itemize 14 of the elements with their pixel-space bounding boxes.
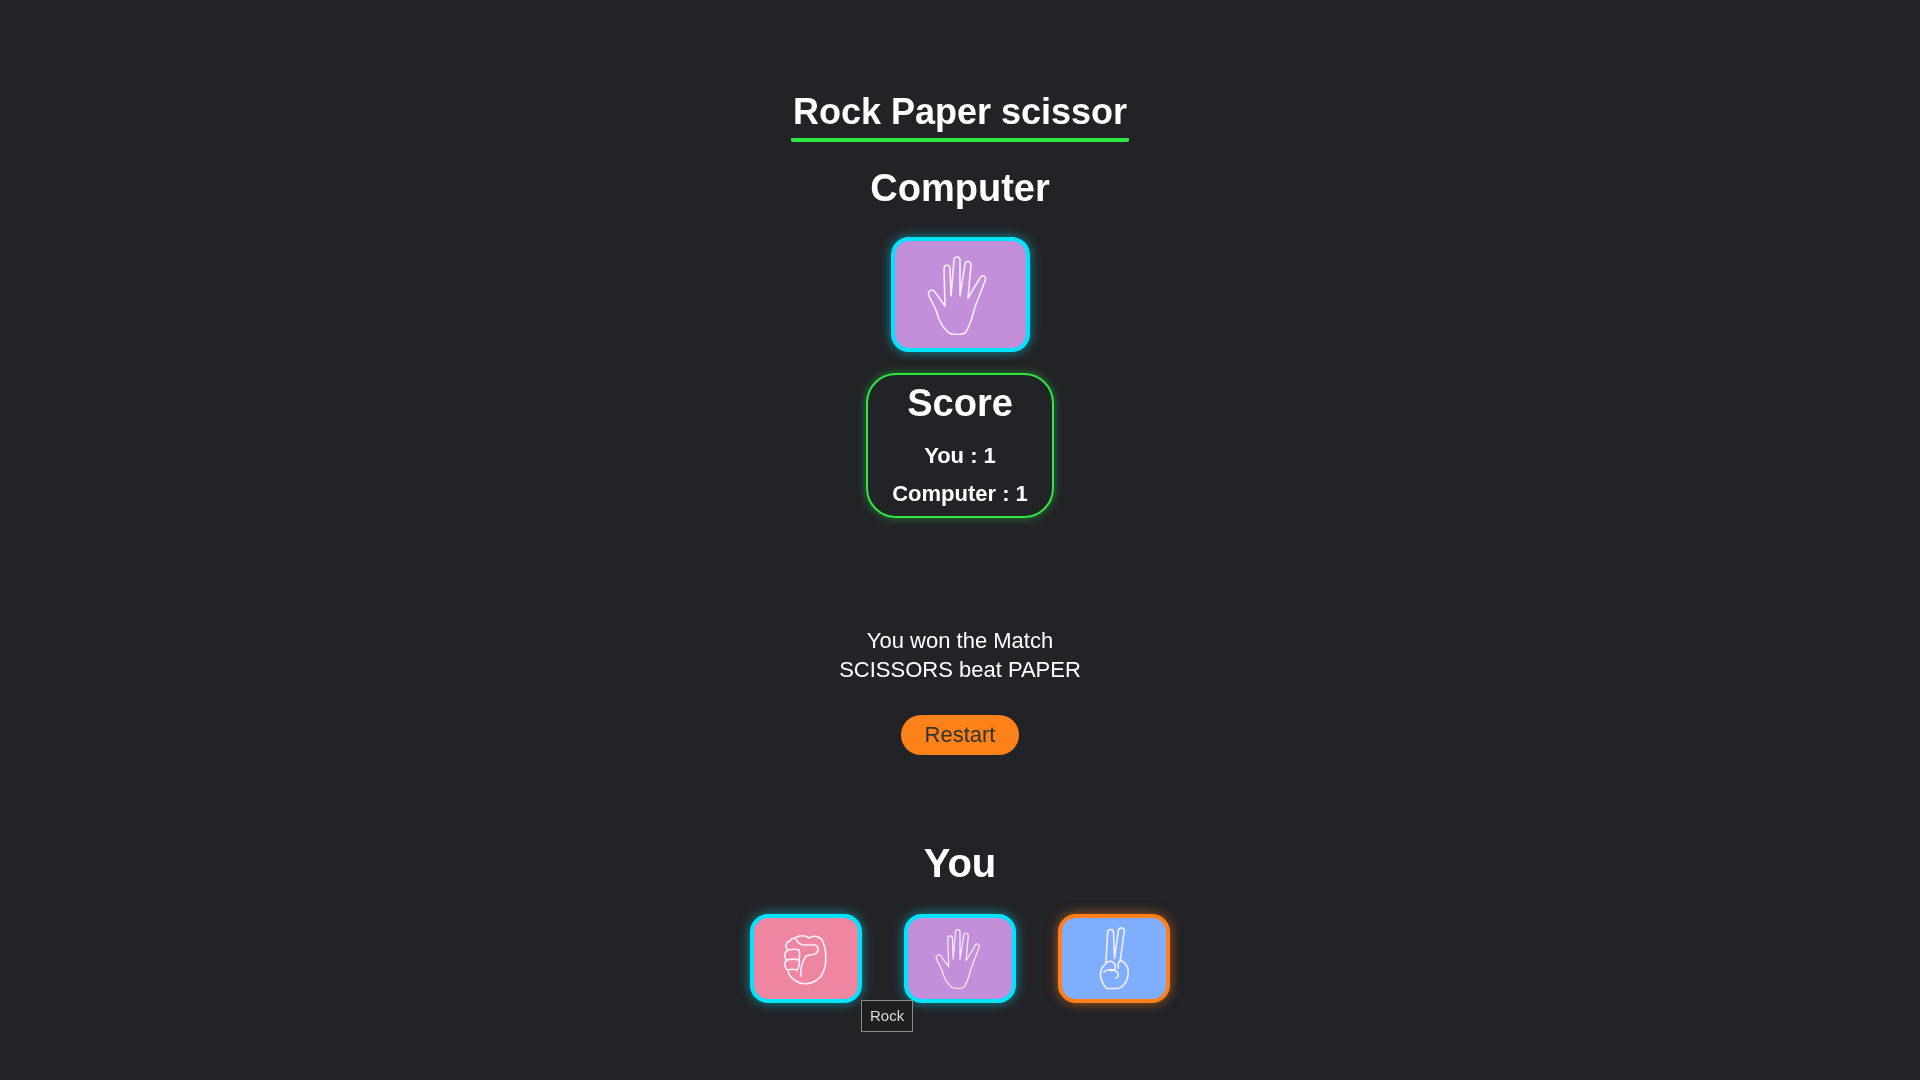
score-text: Computer : 1: [892, 480, 1028, 508]
page-title: Rock Paper scissor: [790, 88, 1130, 142]
restart-button[interactable]: Restart: [901, 715, 1019, 755]
choice-button[interactable]: [750, 914, 862, 1003]
tooltip: Rock: [861, 1000, 914, 1032]
section-heading: Computer: [870, 166, 1050, 211]
section-heading: You: [923, 840, 997, 887]
result-text: You won the Match: [866, 627, 1054, 655]
result-text: SCISSORS beat PAPER: [839, 656, 1081, 684]
choice-button[interactable]: [904, 914, 1016, 1003]
score-heading: Score: [907, 381, 1013, 426]
score-text: You : 1: [924, 442, 996, 470]
victory-hand-icon: [1098, 926, 1130, 991]
choice-button[interactable]: [1058, 914, 1170, 1003]
